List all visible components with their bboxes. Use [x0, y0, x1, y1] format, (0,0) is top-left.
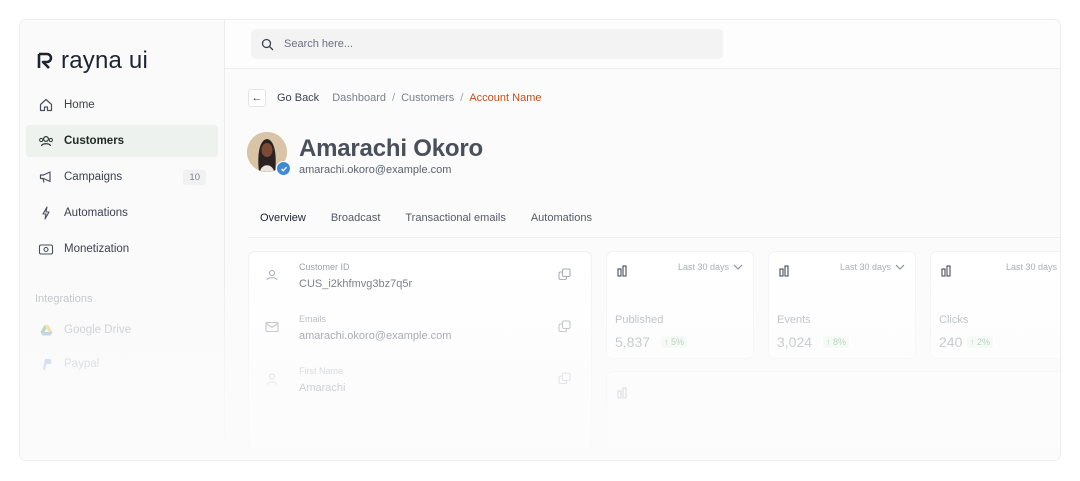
- tab-divider: [248, 237, 1060, 238]
- chevron-down-icon: [895, 264, 905, 270]
- sidebar-item-label: Automations: [64, 207, 128, 219]
- users-icon: [38, 133, 54, 149]
- info-label: Emails: [299, 314, 327, 324]
- breadcrumb: ← Go Back Dashboard / Customers / Accoun…: [248, 89, 542, 107]
- breadcrumb-item-customers[interactable]: Customers: [401, 92, 454, 104]
- home-icon: [38, 97, 54, 113]
- chart-card: [607, 372, 1060, 460]
- customer-email: amarachi.okoro@example.com: [299, 164, 452, 176]
- info-row-emails: Emails amarachi.okoro@example.com: [249, 304, 589, 354]
- info-row-first-name: First Name Amarachi: [249, 356, 589, 406]
- sidebar-item-label: Campaigns: [64, 171, 123, 183]
- stat-card-clicks: Last 30 days Clicks 240 ↑ 2%: [931, 252, 1060, 358]
- arrow-up-icon: ↑: [664, 337, 669, 347]
- go-back-link[interactable]: Go Back: [277, 92, 319, 104]
- info-label: First Name: [299, 366, 344, 376]
- copy-icon[interactable]: [558, 320, 571, 338]
- copy-icon[interactable]: [558, 268, 571, 286]
- sidebar-item-label: Customers: [64, 135, 125, 147]
- back-arrow-icon[interactable]: ←: [248, 89, 266, 107]
- info-value: Amarachi: [299, 382, 346, 394]
- stat-card-published: Last 30 days Published 5,837 ↑ 5%: [607, 252, 753, 358]
- stat-label: Events: [777, 314, 811, 326]
- search-bar[interactable]: [251, 29, 723, 59]
- bar-chart-icon: [617, 386, 630, 404]
- range-label: Last 30 days: [839, 262, 891, 272]
- mail-icon: [265, 320, 279, 338]
- customer-info-card: Customer ID CUS_i2khfmvg3bz7q5r Emails a…: [249, 252, 591, 460]
- brand-name: rayna ui: [61, 47, 148, 74]
- sidebar-item-label: Home: [64, 99, 95, 111]
- range-selector[interactable]: Last 30 days: [840, 262, 905, 272]
- stat-change-badge: ↑ 5%: [661, 336, 688, 348]
- google-drive-icon: [38, 322, 54, 338]
- range-selector[interactable]: Last 30 days: [1006, 262, 1057, 272]
- arrow-up-icon: ↑: [970, 337, 975, 347]
- range-selector[interactable]: Last 30 days: [678, 262, 743, 272]
- paypal-icon: [38, 356, 54, 372]
- cash-icon: [38, 241, 54, 257]
- stat-change-badge: ↑ 2%: [967, 336, 994, 348]
- app-window: rayna ui Home Customers Campaigns 10 Aut…: [20, 20, 1060, 460]
- range-label: Last 30 days: [1005, 262, 1057, 272]
- verified-badge-icon: [276, 161, 291, 176]
- sidebar-item-monetization[interactable]: Monetization: [26, 233, 218, 265]
- tab-overview[interactable]: Overview: [248, 208, 318, 238]
- stat-change-value: 2%: [977, 337, 991, 347]
- bolt-icon: [38, 205, 54, 221]
- stat-value: 3,024: [777, 334, 813, 350]
- stat-change-value: 5%: [671, 337, 685, 347]
- tab-automations[interactable]: Automations: [519, 208, 604, 238]
- sidebar-item-label: Monetization: [64, 243, 130, 255]
- tab-transactional-emails[interactable]: Transactional emails: [393, 208, 517, 238]
- campaigns-count-badge: 10: [183, 169, 206, 185]
- stat-card-events: Last 30 days Events 3,024 ↑ 8%: [769, 252, 915, 358]
- megaphone-icon: [38, 169, 54, 185]
- sidebar-item-home[interactable]: Home: [26, 89, 218, 121]
- integrations-section-title: Integrations: [35, 293, 93, 305]
- breadcrumb-item-dashboard[interactable]: Dashboard: [332, 92, 386, 104]
- range-label: Last 30 days: [677, 262, 729, 272]
- bar-chart-icon: [941, 264, 954, 282]
- breadcrumb-current: Account Name: [469, 92, 542, 104]
- user-icon: [265, 372, 279, 391]
- search-input[interactable]: [282, 37, 686, 51]
- stat-change-badge: ↑ 8%: [823, 336, 850, 348]
- breadcrumb-separator: /: [392, 92, 396, 104]
- stat-change-value: 8%: [833, 337, 847, 347]
- search-icon: [261, 38, 274, 51]
- info-label: Customer ID: [299, 262, 350, 272]
- customer-name: Amarachi Okoro: [299, 135, 483, 162]
- rayna-logo-icon: [37, 52, 53, 69]
- sidebar-item-customers[interactable]: Customers: [26, 125, 218, 157]
- stat-label: Clicks: [939, 314, 969, 326]
- chevron-down-icon: [733, 264, 743, 270]
- stat-label: Published: [615, 314, 664, 326]
- stat-value: 5,837: [615, 334, 651, 350]
- copy-icon[interactable]: [558, 372, 571, 390]
- arrow-up-icon: ↑: [826, 337, 831, 347]
- sidebar-item-label: Paypal: [64, 358, 100, 370]
- sidebar-item-label: Google Drive: [64, 324, 132, 336]
- info-value: amarachi.okoro@example.com: [299, 330, 452, 342]
- tab-broadcast[interactable]: Broadcast: [319, 208, 393, 238]
- breadcrumb-separator: /: [460, 92, 464, 104]
- id-icon: [265, 268, 279, 287]
- tab-bar: Overview Broadcast Transactional emails …: [248, 208, 1060, 238]
- sidebar-item-automations[interactable]: Automations: [26, 197, 218, 229]
- sidebar-item-campaigns[interactable]: Campaigns 10: [26, 161, 218, 193]
- info-value: CUS_i2khfmvg3bz7q5r: [299, 278, 413, 290]
- bar-chart-icon: [617, 264, 630, 282]
- stat-value: 240: [939, 334, 963, 350]
- info-row-customer-id: Customer ID CUS_i2khfmvg3bz7q5r: [249, 252, 589, 302]
- sidebar-item-google-drive[interactable]: Google Drive: [26, 314, 218, 346]
- top-bar: [225, 20, 1060, 69]
- sidebar: rayna ui Home Customers Campaigns 10 Aut…: [20, 20, 225, 460]
- brand-logo[interactable]: rayna ui: [37, 47, 148, 75]
- bar-chart-icon: [779, 264, 792, 282]
- sidebar-item-paypal[interactable]: Paypal: [26, 348, 218, 380]
